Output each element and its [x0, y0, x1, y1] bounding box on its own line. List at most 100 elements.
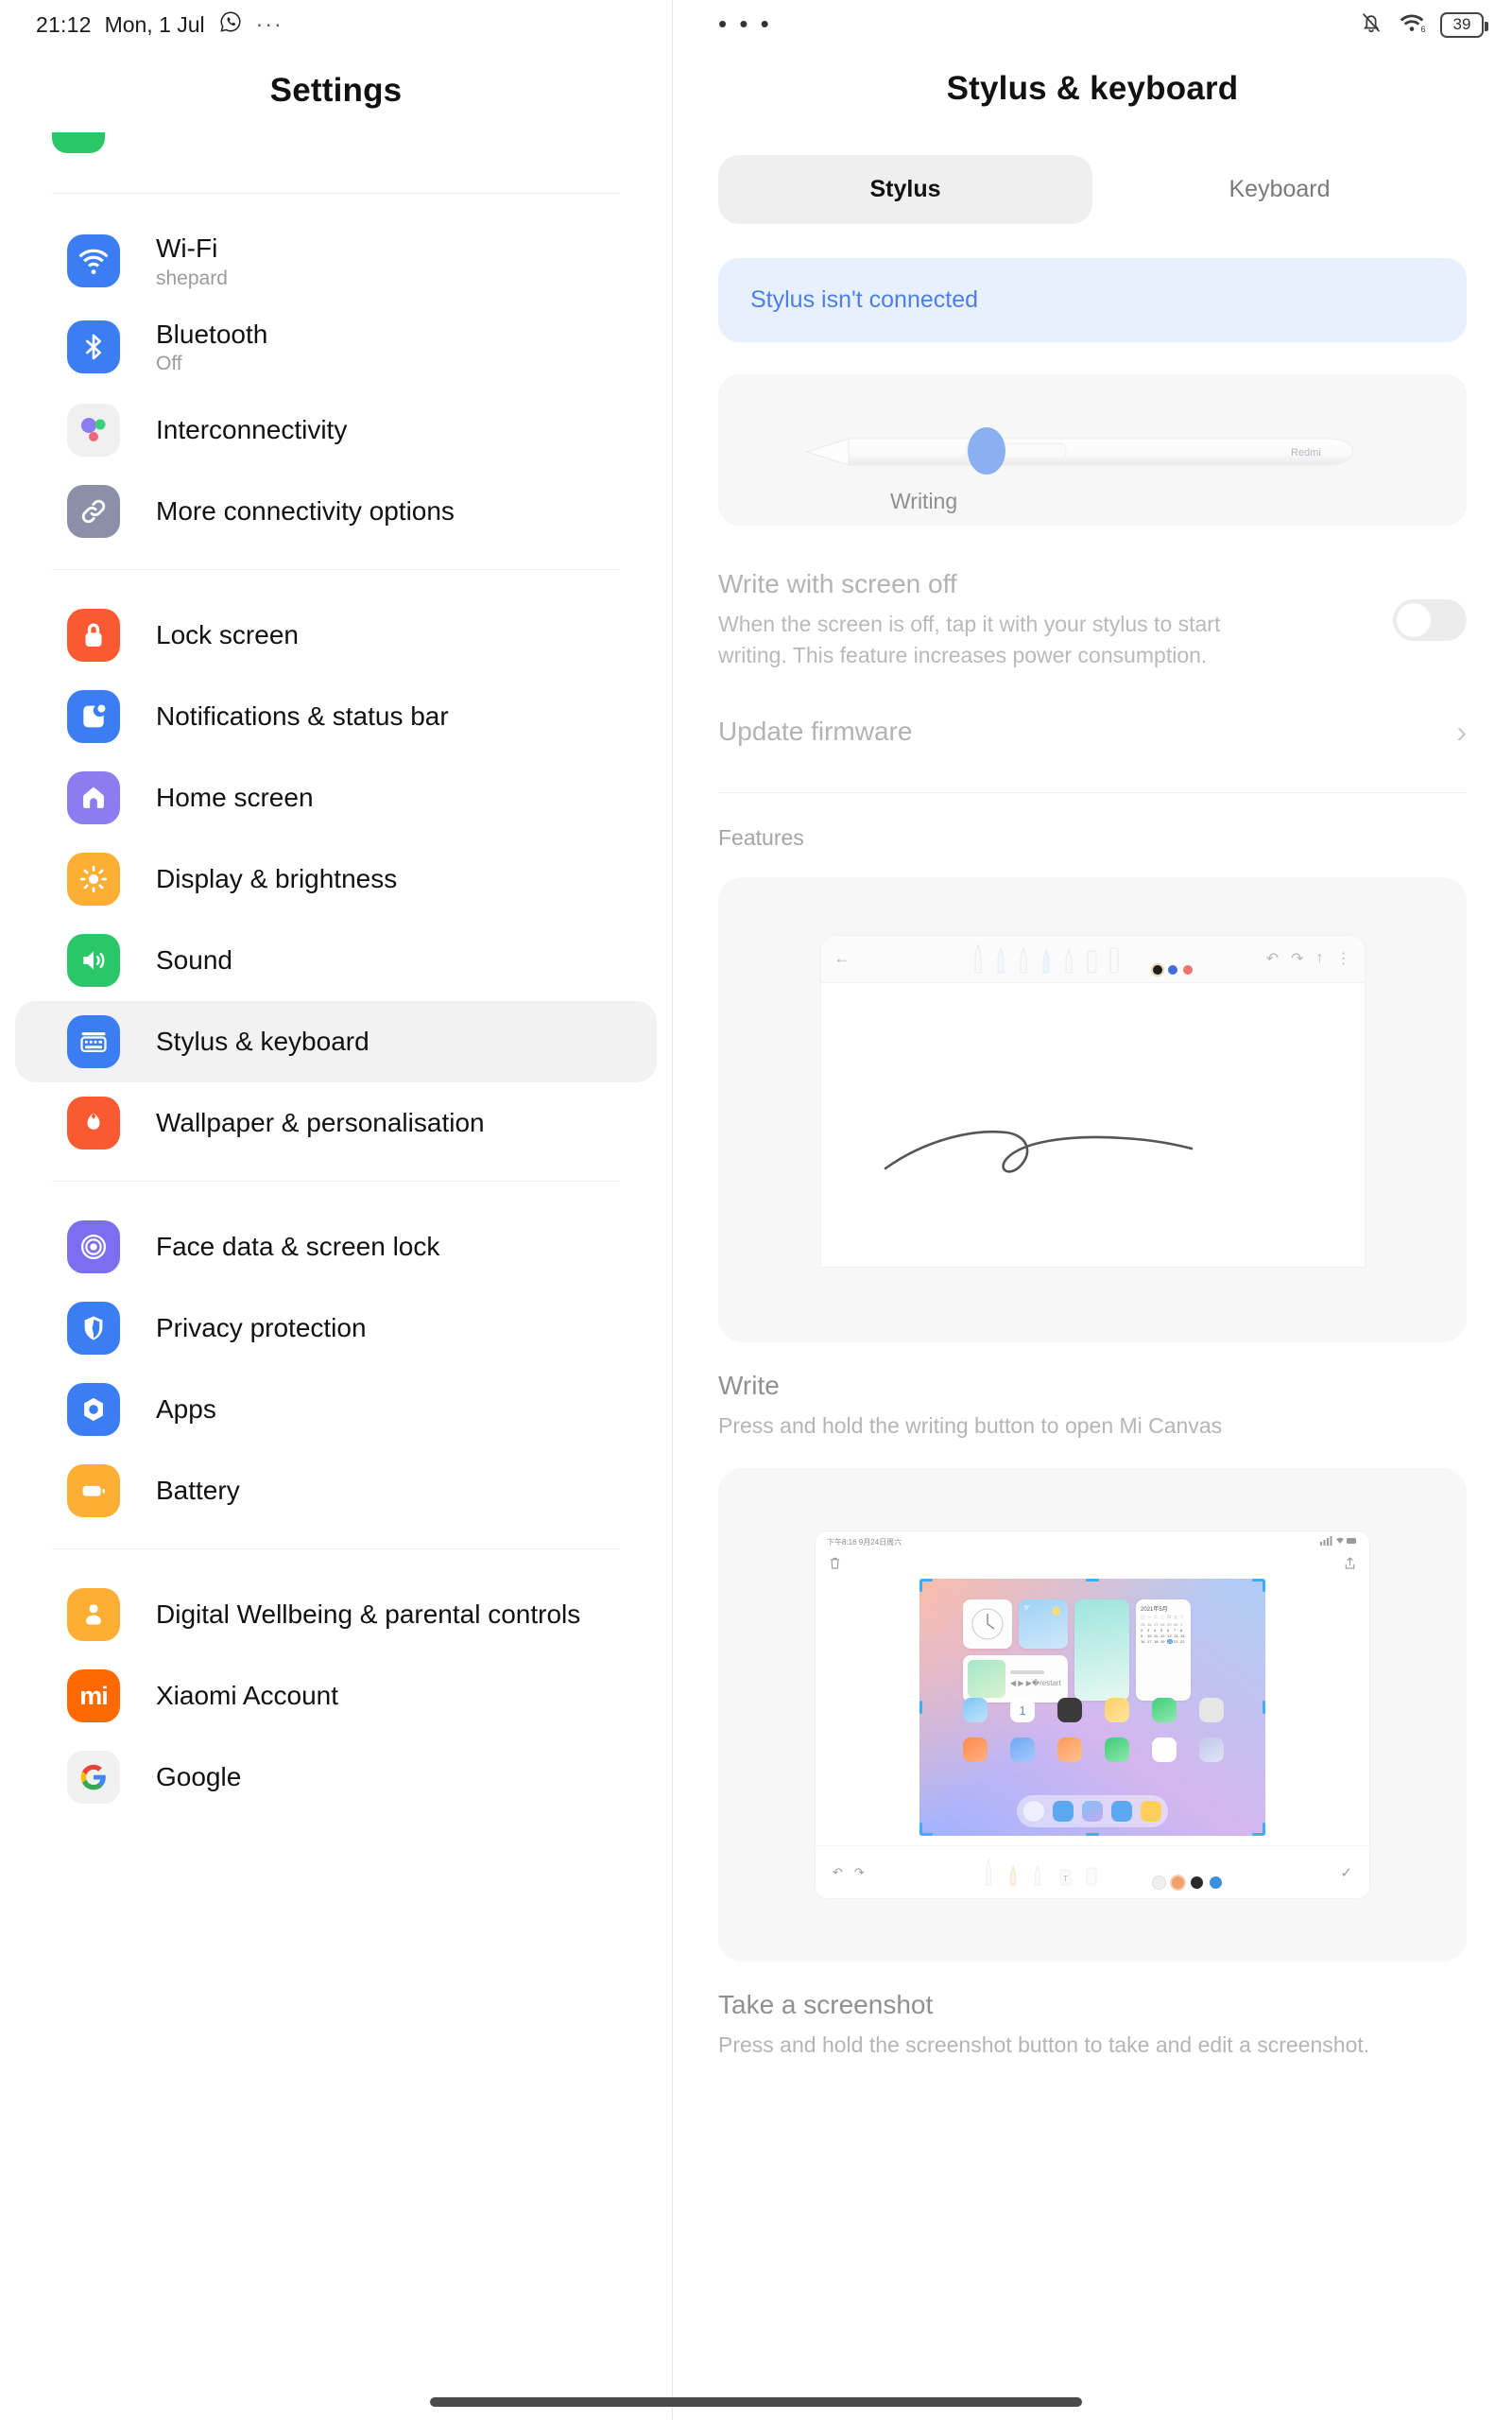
mock-app-icons: 1	[963, 1698, 1224, 1763]
sidebar-item-label: Apps	[156, 1394, 216, 1425]
write-feature-illustration: ← ↶ ↷ ↑ ⋮	[718, 876, 1467, 1342]
brightness-icon	[67, 853, 120, 907]
mock-confirm-icon[interactable]: ✓	[1340, 1864, 1352, 1881]
sidebar-item-text: Sound	[156, 944, 232, 977]
sidebar-item-google[interactable]: Google	[15, 1737, 657, 1818]
sidebar-item-text: Google	[156, 1761, 241, 1794]
sidebar-item-stylus-keyboard[interactable]: Stylus & keyboard	[15, 1001, 657, 1083]
sidebar-item-label: Display & brightness	[156, 864, 398, 894]
canvas-more-icon[interactable]: ⋮	[1336, 949, 1351, 968]
mock-share-icon[interactable]	[1344, 1556, 1356, 1573]
canvas-back-icon[interactable]: ←	[834, 949, 925, 968]
sidebar-item-label: Lock screen	[156, 620, 299, 650]
color-dot-blue[interactable]	[1167, 965, 1177, 976]
canvas-undo-icon[interactable]: ↶	[1266, 949, 1279, 968]
write-screen-off-text: Write with screen off When the screen is…	[718, 567, 1374, 671]
screenshot-feature-description: Press and hold the screenshot button to …	[718, 2032, 1370, 2058]
tab-keyboard[interactable]: Keyboard	[1092, 155, 1467, 224]
mock-dock	[1017, 1795, 1168, 1828]
mock-color-swatches[interactable]	[1153, 1876, 1223, 1889]
xiaomi-icon: mi	[67, 1669, 120, 1723]
sidebar-item-lock-screen[interactable]: Lock screen	[15, 595, 657, 676]
link-icon	[67, 485, 120, 539]
sidebar-item-face-data[interactable]: Face data & screen lock	[15, 1206, 657, 1288]
sidebar-item-display-brightness[interactable]: Display & brightness	[15, 838, 657, 920]
status-overflow-icon[interactable]: ···	[256, 13, 284, 35]
mock-pen-tools[interactable]: T	[983, 1857, 1223, 1889]
sidebar-item-interconnectivity[interactable]: Interconnectivity	[15, 389, 657, 471]
sidebar-item-text: Wi-Fi shepard	[156, 233, 228, 290]
battery-level-text: 39	[1452, 15, 1471, 33]
write-feature-description: Press and hold the writing button to ope…	[718, 1412, 1223, 1438]
mock-redo-icon[interactable]: ↷	[854, 1865, 865, 1880]
canvas-color-dots[interactable]	[1152, 965, 1193, 976]
swatch-black[interactable]	[1191, 1876, 1204, 1889]
sidebar-item-label: Google	[156, 1762, 242, 1792]
screenshot-feature-title: Take a screenshot	[718, 1990, 934, 2020]
stylus-pen-graphic: Redmi	[799, 424, 1385, 476]
screenshot-editor-mock: 下午8:16 9月24日周六 9° ◀ ▶ ▶�restart 2021年5月 …	[816, 1531, 1369, 1899]
tab-stylus[interactable]: Stylus	[718, 155, 1092, 224]
update-firmware-row[interactable]: Update firmware ›	[718, 717, 1467, 756]
mock-status-bar: 下午8:16 9月24日周六	[816, 1531, 1369, 1552]
update-firmware-label: Update firmware	[718, 716, 913, 746]
sidebar-item-text: Home screen	[156, 782, 314, 815]
sidebar-item-more-connectivity[interactable]: More connectivity options	[15, 471, 657, 552]
mock-status-icons	[1320, 1536, 1358, 1547]
sidebar-item-bluetooth[interactable]: Bluetooth Off	[15, 304, 657, 390]
color-dot-red[interactable]	[1182, 965, 1193, 976]
mock-editor-toolbar	[816, 1552, 1369, 1577]
sidebar-item-label: Digital Wellbeing & parental controls	[156, 1599, 581, 1630]
sidebar-item-apps[interactable]: Apps	[15, 1369, 657, 1450]
sidebar-item-battery[interactable]: Battery	[15, 1450, 657, 1531]
partial-scrolled-item[interactable]	[0, 132, 672, 176]
screenshot-feature-illustration: 下午8:16 9月24日周六 9° ◀ ▶ ▶�restart 2021年5月 …	[718, 1468, 1467, 1962]
swatch-eraser[interactable]	[1153, 1876, 1166, 1889]
sidebar-item-notifications[interactable]: Notifications & status bar	[15, 676, 657, 757]
mock-undo-icon[interactable]: ↶	[833, 1865, 843, 1880]
write-with-screen-off-row[interactable]: Write with screen off When the screen is…	[718, 567, 1467, 671]
sidebar-item-text: More connectivity options	[156, 495, 455, 528]
canvas-drawing-area[interactable]	[820, 982, 1365, 1267]
window-overflow-icon[interactable]: • • •	[718, 12, 772, 36]
lock-icon	[67, 609, 120, 663]
swatch-orange[interactable]	[1172, 1876, 1185, 1889]
notification-icon	[67, 690, 120, 744]
sidebar-item-text: Notifications & status bar	[156, 700, 449, 734]
bluetooth-icon	[67, 320, 120, 374]
sidebar-item-xiaomi-account[interactable]: mi Xiaomi Account	[15, 1655, 657, 1737]
stylus-illustration-card: Redmi Writing	[718, 374, 1467, 526]
sidebar-item-label: More connectivity options	[156, 496, 455, 527]
sidebar-item-label: Home screen	[156, 783, 314, 813]
sidebar-item-text: Digital Wellbeing & parental controls	[156, 1599, 580, 1632]
canvas-action-icons: ↶ ↷ ↑ ⋮	[1238, 949, 1351, 968]
canvas-share-icon[interactable]: ↑	[1316, 950, 1324, 967]
canvas-redo-icon[interactable]: ↷	[1291, 949, 1303, 968]
partial-item-icon	[52, 132, 105, 153]
write-screen-off-toggle[interactable]	[1393, 599, 1467, 641]
mock-delete-icon[interactable]	[829, 1556, 841, 1573]
page-title: Stylus & keyboard	[946, 70, 1239, 107]
settings-sidebar-panel: 21:12 Mon, 1 Jul ··· Settings Wi-Fi shep…	[0, 0, 673, 2420]
sidebar-item-text: Interconnectivity	[156, 414, 347, 447]
sidebar-item-label: Stylus & keyboard	[156, 1027, 369, 1057]
wifi-6-icon: 6	[1397, 9, 1427, 41]
sidebar-item-wifi[interactable]: Wi-Fi shepard	[15, 218, 657, 304]
color-dot-black[interactable]	[1152, 965, 1162, 976]
mock-widgets: 9° ◀ ▶ ▶�restart 2021年5月 日 一 二 三 四 五 六 2…	[963, 1599, 1191, 1703]
home-indicator[interactable]	[430, 2397, 1082, 2407]
canvas-toolbar: ← ↶ ↷ ↑ ⋮	[820, 935, 1365, 983]
wellbeing-icon	[67, 1588, 120, 1642]
whatsapp-icon	[218, 9, 243, 40]
sidebar-item-digital-wellbeing[interactable]: Digital Wellbeing & parental controls	[15, 1574, 657, 1655]
shield-icon	[67, 1302, 120, 1356]
swatch-blue[interactable]	[1210, 1876, 1223, 1889]
sidebar-item-sound[interactable]: Sound	[15, 920, 657, 1001]
sidebar-item-privacy[interactable]: Privacy protection	[15, 1288, 657, 1369]
sidebar-item-home-screen[interactable]: Home screen	[15, 757, 657, 838]
toggle-knob	[1397, 603, 1431, 637]
google-icon	[67, 1751, 120, 1805]
sidebar-item-label: Wi-Fi	[156, 233, 218, 263]
sidebar-item-wallpaper[interactable]: Wallpaper & personalisation	[15, 1082, 657, 1164]
write-screen-off-title: Write with screen off	[718, 569, 957, 598]
